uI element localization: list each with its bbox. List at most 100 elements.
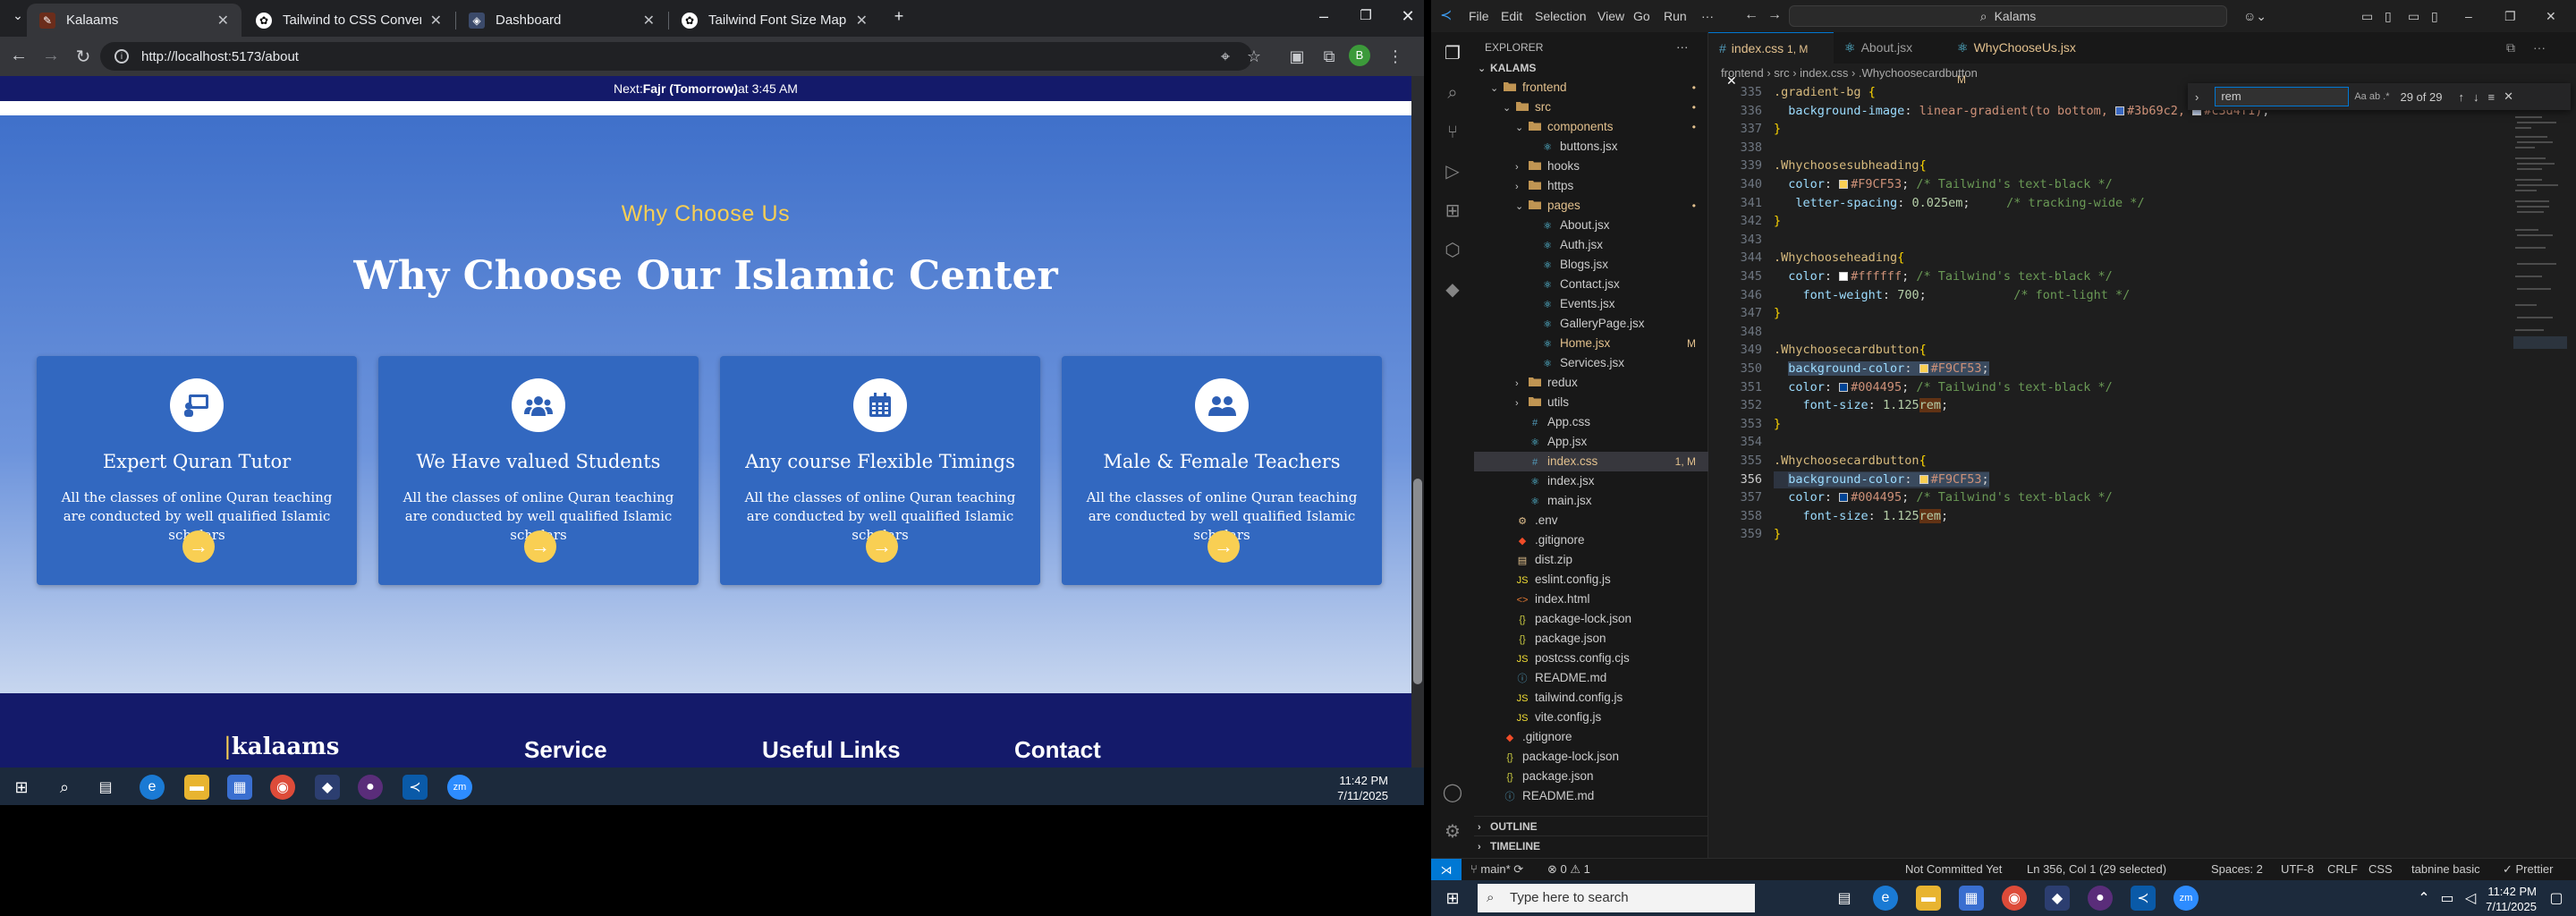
code-line[interactable]: .Whychoosecardbutton{ <box>1774 453 1927 470</box>
network-icon[interactable]: ▭ <box>2435 886 2460 911</box>
minimize-icon[interactable]: – <box>1306 7 1342 26</box>
git-blame[interactable]: Not Committed Yet <box>1905 862 2002 876</box>
settings-gear-icon[interactable]: ⚙ <box>1440 819 1465 844</box>
tree-file[interactable]: ⚛ index.jsx <box>1474 471 1708 491</box>
code-line[interactable]: .Whychoosecardbutton{ <box>1774 342 1927 359</box>
code-line[interactable]: .Whychoosesubheading{ <box>1774 157 1927 174</box>
tree-file[interactable]: JS eslint.config.js <box>1474 570 1708 589</box>
taskbar-search-input[interactable]: ⌕ Type here to search <box>1478 884 1755 912</box>
breadcrumb[interactable]: frontend › src › index.css › .Whychoosec… <box>1721 66 1978 80</box>
card-arrow-button[interactable]: → <box>182 530 215 563</box>
close-icon[interactable]: ✕ <box>217 12 229 30</box>
windows-start-icon[interactable]: ⊞ <box>9 775 34 800</box>
reload-icon[interactable]: ↻ <box>70 46 97 68</box>
code-line[interactable]: color: #004495; /* Tailwind's text-black… <box>1774 489 2113 506</box>
tree-file[interactable]: {} package-lock.json <box>1474 747 1708 767</box>
tab-font-size-mapping[interactable]: ✿ Tailwind Font Size Mapping ✕ <box>669 4 880 37</box>
code-line[interactable]: color: #004495; /* Tailwind's text-black… <box>1774 379 2113 396</box>
tree-file[interactable]: JS postcss.config.cjs <box>1474 649 1708 668</box>
tree-file[interactable]: ⚛ main.jsx <box>1474 491 1708 511</box>
outline-section[interactable]: › OUTLINE <box>1474 816 1708 835</box>
tree-file[interactable]: ⚛ buttons.jsx <box>1474 137 1708 157</box>
tree-file[interactable]: {} package.json <box>1474 767 1708 786</box>
tree-file[interactable]: JS vite.config.js <box>1474 708 1708 727</box>
store-icon[interactable]: ▦ <box>1959 886 1984 911</box>
extensions-icon[interactable]: ⊞ <box>1440 199 1465 224</box>
minimap[interactable] <box>2513 113 2567 488</box>
code-line[interactable]: background-color: #F9CF53; <box>1774 360 1989 377</box>
tree-file[interactable]: ⚛ Contact.jsx <box>1474 275 1708 294</box>
tree-file[interactable]: {} package.json <box>1474 629 1708 649</box>
workspace-root[interactable]: ⌄ KALAMS <box>1474 58 1708 78</box>
indentation[interactable]: Spaces: 2 <box>2211 862 2263 876</box>
code-line[interactable]: font-weight: 700; /* font-light */ <box>1774 287 2131 304</box>
app-icon[interactable]: ◆ <box>2045 886 2070 911</box>
tree-folder[interactable]: ⌄ frontend • <box>1474 78 1708 98</box>
cursor-position[interactable]: Ln 356, Col 1 (29 selected) <box>2027 862 2166 876</box>
close-icon[interactable]: ✕ <box>856 12 868 30</box>
timeline-section[interactable]: › TIMELINE <box>1474 835 1708 855</box>
tree-file[interactable]: ◆ .gitignore <box>1474 727 1708 747</box>
code-line[interactable]: background-color: #F9CF53; <box>1774 471 1989 488</box>
back-icon[interactable]: ← <box>5 46 32 66</box>
task-view-icon[interactable]: ▤ <box>93 775 118 800</box>
windows-start-icon[interactable]: ⊞ <box>1440 886 1465 911</box>
menu-view[interactable]: View <box>1597 9 1624 23</box>
tree-folder[interactable]: ⌄ pages • <box>1474 196 1708 216</box>
tree-file[interactable]: <> index.html <box>1474 589 1708 609</box>
toggle-sidebar-icon[interactable]: ▯ <box>2385 9 2392 24</box>
language-mode[interactable]: CSS <box>2368 862 2393 876</box>
find-in-selection-icon[interactable]: ≡ <box>2487 90 2495 104</box>
vscode-icon[interactable]: ≺ <box>402 775 428 800</box>
tray-chevron-icon[interactable]: ⌃ <box>2411 886 2436 911</box>
next-match-icon[interactable]: ↓ <box>2473 90 2479 104</box>
site-logo[interactable]: |kalaams <box>224 734 339 760</box>
close-icon[interactable]: ✕ <box>643 12 655 30</box>
search-icon[interactable]: ⌕ <box>52 775 77 800</box>
tree-folder[interactable]: › https <box>1474 176 1708 196</box>
tab-kalaams[interactable]: ✎ Kalaams ✕ <box>27 4 242 37</box>
file-explorer-icon[interactable]: ▬ <box>1916 886 1941 911</box>
page-scrollbar[interactable] <box>1411 76 1424 805</box>
edge-icon[interactable]: e <box>140 775 165 800</box>
tab-dashboard[interactable]: ◈ Dashboard ✕ <box>456 4 667 37</box>
run-debug-icon[interactable]: ▷ <box>1440 159 1465 184</box>
editor-more-icon[interactable]: ··· <box>2522 32 2556 64</box>
menu-selection[interactable]: Selection <box>1535 9 1587 23</box>
toggle-secondary-icon[interactable]: ▯ <box>2431 9 2438 24</box>
tree-file[interactable]: {} package-lock.json <box>1474 609 1708 629</box>
split-editor-icon[interactable]: ⧉ <box>2496 32 2526 64</box>
address-bar[interactable]: i http://localhost:5173/about <box>100 42 1252 71</box>
code-line[interactable]: color: #ffffff; /* Tailwind's text-black… <box>1774 268 2113 285</box>
tree-file[interactable]: ⚛ Home.jsx M <box>1474 334 1708 353</box>
chrome-icon[interactable]: ◉ <box>2002 886 2027 911</box>
menu-file[interactable]: File <box>1469 9 1489 23</box>
tabnine-status[interactable]: tabnine basic <box>2411 862 2480 876</box>
new-tab-icon[interactable]: + <box>881 7 917 26</box>
toggle-replace-icon[interactable]: › <box>2195 90 2199 104</box>
tab-index-css[interactable]: # index.css 1, M ✕ <box>1708 32 1834 88</box>
tree-folder[interactable]: › utils <box>1474 393 1708 412</box>
code-line[interactable]: } <box>1774 213 1781 230</box>
tree-file[interactable]: ⚛ Blogs.jsx <box>1474 255 1708 275</box>
more-actions-icon[interactable]: ··· <box>1676 38 1703 57</box>
menu-run[interactable]: Run <box>1664 9 1687 23</box>
menu-go[interactable]: Go <box>1633 9 1650 23</box>
code-line[interactable]: font-size: 1.125rem; <box>1774 397 1948 414</box>
tree-folder[interactable]: ⌄ src • <box>1474 98 1708 117</box>
layout-icon[interactable]: ▭ <box>2361 9 2373 24</box>
tab-tailwind-conversion[interactable]: ✿ Tailwind to CSS Conversion ✕ <box>243 4 454 37</box>
tree-file[interactable]: # index.css 1, M <box>1474 452 1708 471</box>
chrome-icon[interactable]: ◉ <box>270 775 295 800</box>
card-arrow-button[interactable]: → <box>866 530 898 563</box>
tree-file[interactable]: ▤ dist.zip <box>1474 550 1708 570</box>
explorer-icon[interactable]: ❐ <box>1440 41 1465 66</box>
minimize-icon[interactable]: – <box>2465 9 2472 23</box>
command-center-search[interactable]: ⌕ Kalams <box>1789 5 2227 27</box>
copilot-icon[interactable]: ☺⌄ <box>2243 9 2267 24</box>
volume-icon[interactable]: ◁ <box>2458 886 2483 911</box>
zoom-icon[interactable]: zm <box>2174 886 2199 911</box>
bookmark-star-icon[interactable]: ☆ <box>1241 47 1267 66</box>
forward-icon[interactable]: → <box>1767 7 1782 23</box>
tree-folder[interactable]: ⌄ components • <box>1474 117 1708 137</box>
